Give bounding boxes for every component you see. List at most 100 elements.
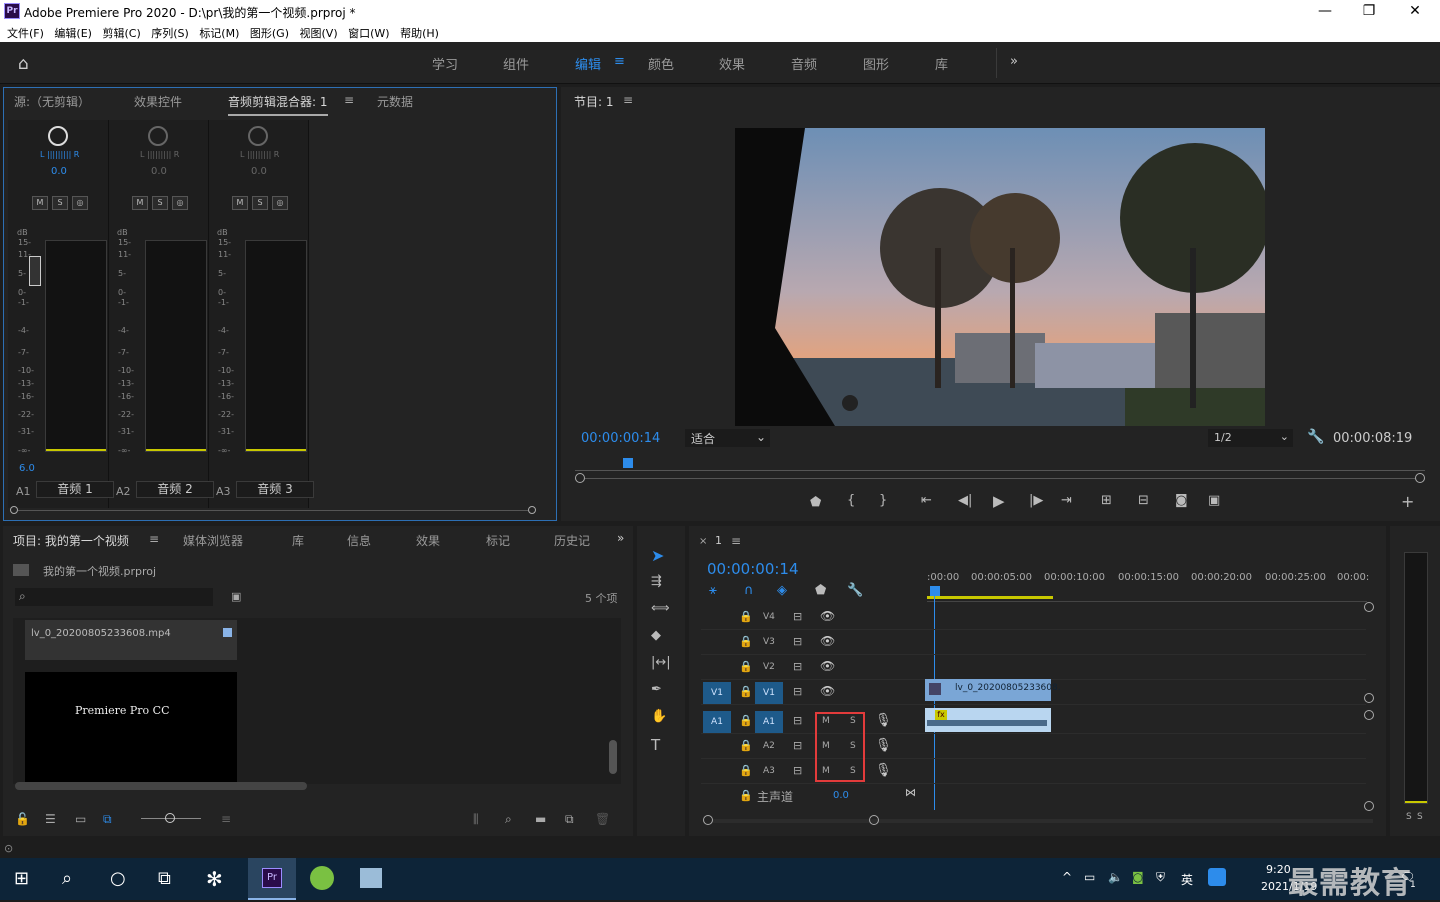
panel-menu-icon[interactable]: ≡: [149, 532, 159, 546]
panel-menu-icon[interactable]: ≡: [731, 534, 741, 548]
record-button-1[interactable]: ◎: [72, 196, 88, 210]
sync-lock-icon[interactable]: ⊟: [793, 610, 802, 623]
step-back-icon[interactable]: ◀|: [958, 493, 972, 508]
nest-toggle-icon[interactable]: ⚹: [709, 583, 717, 598]
zoom-handle-right[interactable]: [1415, 473, 1425, 483]
sort-icon[interactable]: ≡: [221, 812, 231, 826]
tab-libraries[interactable]: 库: [292, 532, 304, 549]
icon-view-icon[interactable]: ▭: [75, 812, 86, 826]
track-name-v3[interactable]: V3: [763, 637, 775, 647]
solo-right-button[interactable]: S: [1417, 812, 1423, 822]
clip-item-1[interactable]: lv_0_20200805233608.mp4: [25, 620, 237, 660]
add-marker-icon[interactable]: ⬟: [810, 495, 821, 510]
go-to-end-icon[interactable]: ⋈: [905, 786, 916, 799]
more-workspaces-icon[interactable]: »: [1010, 54, 1018, 69]
sync-lock-icon[interactable]: ⊟: [793, 714, 802, 727]
panel-menu-icon[interactable]: ≡: [623, 93, 633, 107]
timeline-timecode[interactable]: 00:00:00:14: [707, 560, 799, 578]
automate-to-sequence-icon[interactable]: ⫼: [473, 812, 479, 827]
track-name-v4[interactable]: V4: [763, 612, 775, 622]
app-icon-notepad[interactable]: [360, 868, 382, 888]
hand-tool-icon[interactable]: ✋: [651, 709, 667, 724]
timeline-settings-wrench-icon[interactable]: 🔧: [847, 583, 863, 598]
horizontal-scrollbar[interactable]: [18, 510, 528, 511]
zoom-handle-left[interactable]: [575, 473, 585, 483]
volume-fader-1[interactable]: [29, 256, 41, 286]
track-name-a3[interactable]: A3: [763, 766, 775, 776]
track-target-a1[interactable]: A1: [755, 711, 783, 733]
tab-media-browser[interactable]: 媒体浏览器: [183, 532, 243, 549]
menu-marker[interactable]: 标记(M): [192, 22, 239, 41]
zoom-slider-handle[interactable]: [165, 813, 175, 823]
timeline-h-scrollbar[interactable]: [713, 819, 1373, 823]
network-icon[interactable]: ▭: [1084, 870, 1095, 884]
cortana-icon[interactable]: ○: [110, 868, 126, 889]
source-patch-v1[interactable]: V1: [703, 682, 731, 704]
mute-button-1[interactable]: M: [32, 196, 48, 210]
tab-effects[interactable]: 效果: [416, 532, 440, 549]
source-patch-a1[interactable]: A1: [703, 711, 731, 733]
track-lock-icon[interactable]: 🔒: [739, 660, 753, 673]
tab-audio-clip-mixer[interactable]: 音频剪辑混合器: 1: [228, 93, 328, 116]
pan-knob-2[interactable]: [148, 126, 168, 146]
wrench-icon[interactable]: 🔧: [1307, 429, 1324, 445]
close-button[interactable]: ✕: [1392, 0, 1438, 22]
lift-icon[interactable]: ⊞: [1101, 493, 1112, 508]
eye-icon[interactable]: 👁: [820, 659, 835, 673]
solo-left-button[interactable]: S: [1406, 812, 1412, 822]
zoom-scrollbar[interactable]: [585, 478, 1415, 479]
tab-metadata[interactable]: 元数据: [377, 93, 413, 110]
sync-lock-icon[interactable]: ⊟: [793, 635, 802, 648]
v-scroll-mid[interactable]: [1364, 693, 1374, 703]
new-item-icon[interactable]: ⧉: [565, 812, 574, 827]
step-forward-icon[interactable]: |▶: [1029, 493, 1043, 508]
workspace-learn[interactable]: 学习: [432, 54, 458, 73]
track-lock-icon[interactable]: 🔒: [739, 685, 753, 698]
menu-edit[interactable]: 编辑(E): [47, 22, 92, 41]
menu-clip[interactable]: 剪辑(C): [95, 22, 140, 41]
track-lock-icon[interactable]: 🔒: [739, 739, 753, 752]
vertical-scrollbar[interactable]: [609, 740, 617, 774]
tab-source[interactable]: 源:（无剪辑）: [14, 93, 90, 110]
clock-time[interactable]: 9:20: [1266, 863, 1291, 876]
fit-dropdown[interactable]: 适合 ⌄: [685, 429, 770, 447]
sync-lock-icon[interactable]: ⊟: [793, 739, 802, 752]
track-target-v1[interactable]: V1: [755, 682, 783, 704]
extract-icon[interactable]: ⊟: [1138, 493, 1149, 508]
track-name-v2[interactable]: V2: [763, 662, 775, 672]
mark-out-icon[interactable]: }: [879, 493, 887, 508]
a-scroll-top[interactable]: [1364, 710, 1374, 720]
track-select-tool-icon[interactable]: ⇶: [651, 574, 662, 589]
minimize-button[interactable]: —: [1302, 0, 1348, 22]
pan-value-2[interactable]: 0.0: [151, 166, 167, 177]
workspace-graphics[interactable]: 图形: [863, 54, 889, 73]
menu-view[interactable]: 视图(V): [293, 22, 338, 41]
button-editor-plus-icon[interactable]: +: [1401, 492, 1414, 511]
voice-over-mic-icon[interactable]: 🎙: [875, 713, 892, 728]
master-volume-value[interactable]: 0.0: [833, 790, 849, 801]
tray-expand-icon[interactable]: ^: [1062, 870, 1072, 884]
track-lock-icon[interactable]: 🔒: [739, 764, 753, 777]
time-ruler[interactable]: [575, 457, 1425, 471]
windows-start-icon[interactable]: ⊞: [14, 868, 29, 889]
app-icon-pinwheel[interactable]: ✻: [206, 867, 223, 891]
track-lock-icon[interactable]: 🔒: [739, 610, 753, 623]
workspace-assembly[interactable]: 组件: [503, 54, 529, 73]
ripple-edit-tool-icon[interactable]: ⟺: [651, 601, 670, 616]
track-lock-icon[interactable]: 🔒: [739, 789, 753, 802]
lock-icon[interactable]: 🔓: [15, 812, 30, 826]
scroll-handle-left[interactable]: [10, 506, 18, 514]
sync-lock-icon[interactable]: ⊟: [793, 764, 802, 777]
eye-icon[interactable]: 👁: [820, 609, 835, 623]
clip-item-2-thumbnail[interactable]: Premiere Pro CC: [25, 672, 237, 782]
close-sequence-icon[interactable]: ×: [699, 536, 707, 547]
find-icon[interactable]: ⌕: [505, 812, 512, 827]
h-zoom-right[interactable]: [869, 815, 879, 825]
video-frame[interactable]: [735, 128, 1265, 426]
play-icon[interactable]: ▶: [993, 492, 1005, 510]
trash-icon[interactable]: 🗑: [595, 812, 610, 826]
pan-value-3[interactable]: 0.0: [251, 166, 267, 177]
menu-file[interactable]: 文件(F): [0, 22, 44, 41]
maximize-button[interactable]: ❐: [1346, 0, 1392, 22]
voice-over-mic-icon[interactable]: 🎙: [875, 763, 892, 778]
